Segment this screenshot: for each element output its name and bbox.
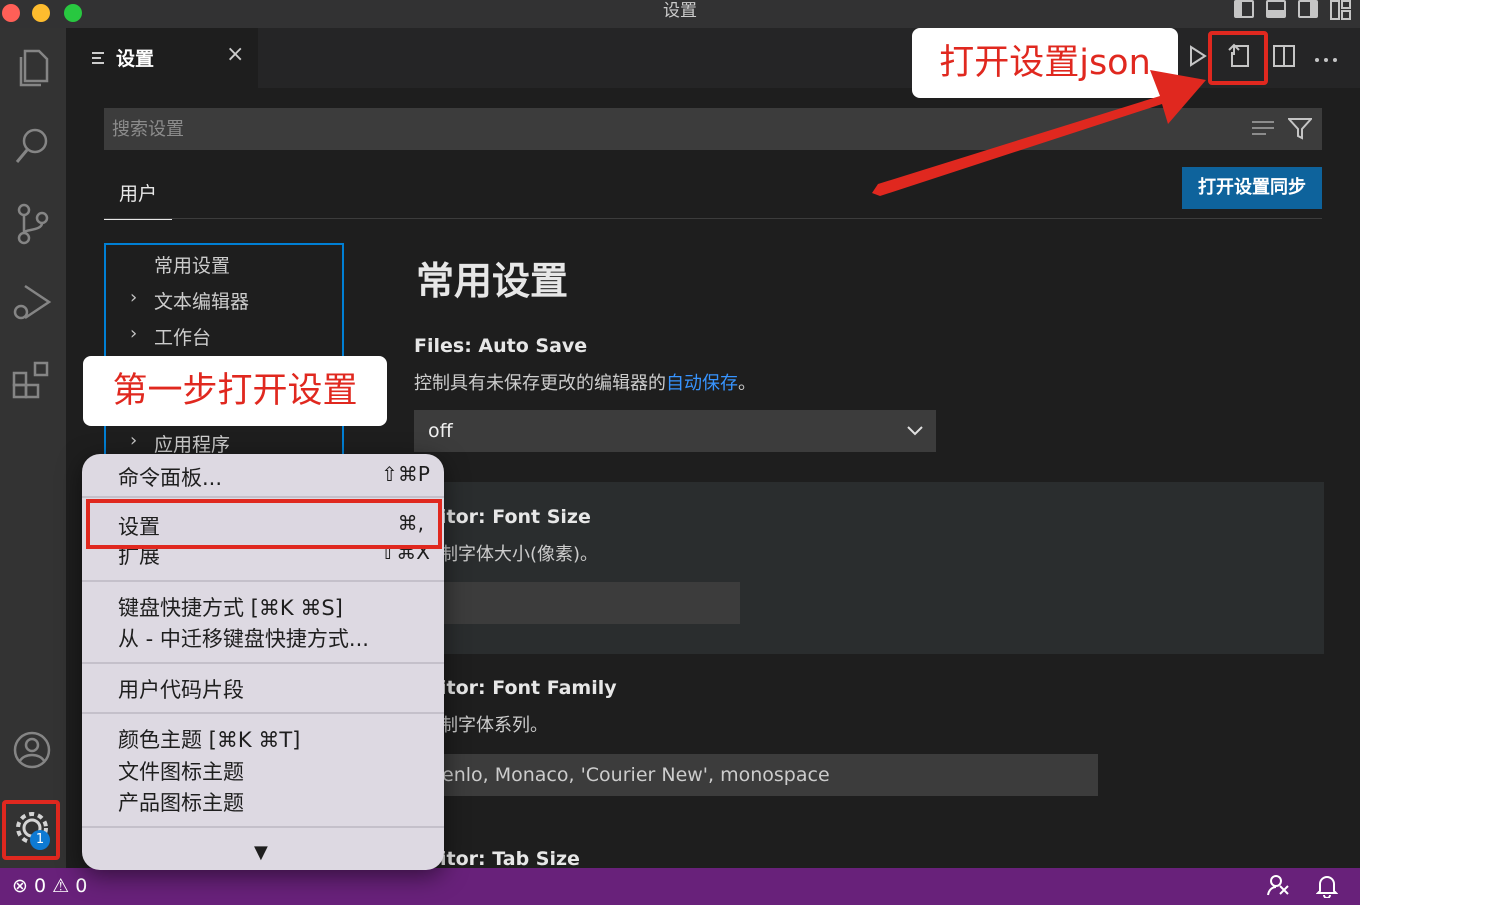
annotation-arrow [872,70,1206,196]
arrow-shape [872,70,1206,196]
